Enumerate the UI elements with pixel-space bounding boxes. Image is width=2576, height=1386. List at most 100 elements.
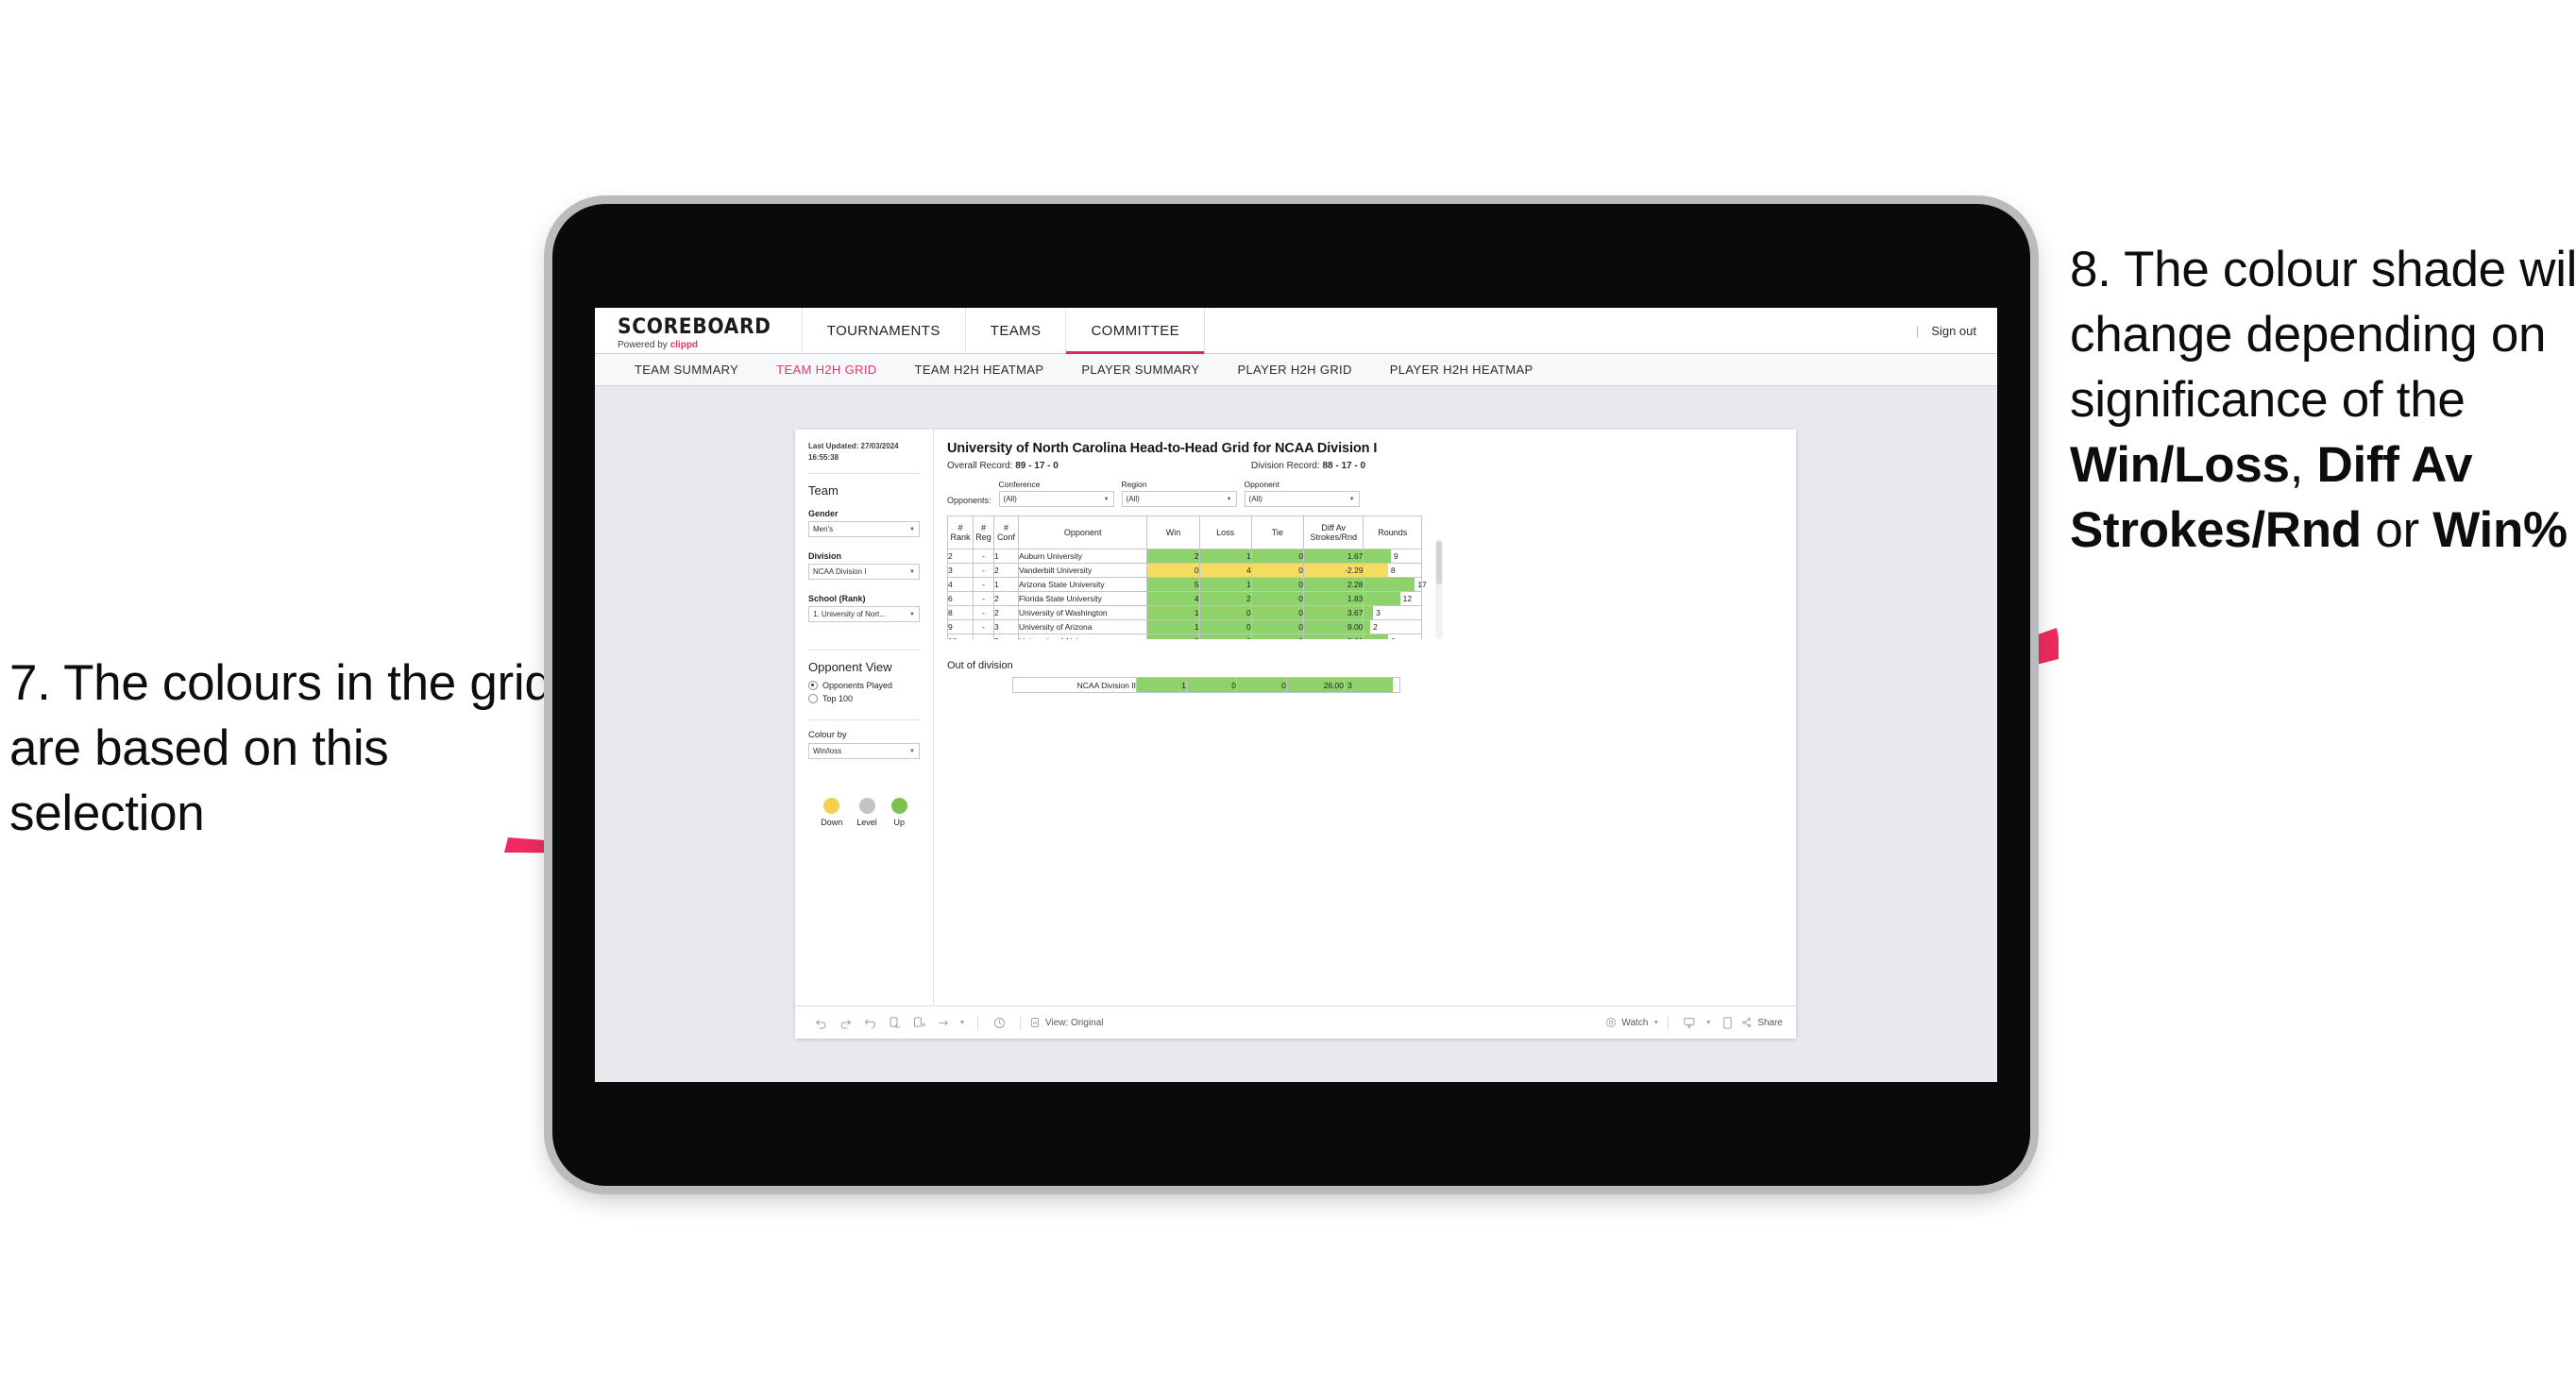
radio-opponents-played[interactable]: Opponents Played [808,681,920,691]
grid-scroll-area[interactable]: # Rank # Reg # Conf Opponent Win Loss Tie D… [947,507,1443,639]
radio-top-100[interactable]: Top 100 [808,694,920,704]
col-win: Win [1146,516,1200,549]
col-rounds: Rounds [1363,516,1422,549]
opponent-filter: Opponent (All) ▼ [1244,480,1360,507]
division-filter: Division NCAA Division I ▼ [808,551,920,581]
division-label: Division [808,551,842,562]
ood-win: 1 [1136,677,1187,693]
redo-icon[interactable] [833,1010,857,1035]
watch-button[interactable]: Watch ▼ [1605,1017,1659,1028]
chevron-down-icon: ▼ [1652,1019,1660,1026]
conference-value: (All) [1003,495,1017,503]
cell-diff: 1.83 [1302,591,1364,606]
cell-diff: 2.28 [1302,577,1364,592]
nav-committee[interactable]: COMMITTEE [1066,308,1206,354]
gender-select[interactable]: Men's ▼ [808,521,920,538]
colour-by-select[interactable]: Win/loss ▼ [808,743,920,760]
table-row[interactable]: 2-1 Auburn University 2 1 0 1.67 9 [947,549,1422,564]
cell-rank: 10 [947,634,974,639]
region-select[interactable]: (All) ▼ [1121,491,1237,507]
table-row[interactable]: 3-2 Vanderbilt University 0 4 0 -2.29 8 [947,563,1422,578]
page-title: University of North Carolina Head-to-Hea… [947,441,1378,456]
cell-rank: 3 [947,563,974,578]
col-loss: Loss [1198,516,1252,549]
colour-by-filter: Colour by Win/loss ▼ [808,730,920,760]
division-value: NCAA Division I [813,567,867,577]
subnav-player-h2h-heatmap[interactable]: PLAYER H2H HEATMAP [1371,363,1552,377]
table-row[interactable]: 4-1 Arizona State University 5 1 0 2.28 17 [947,577,1427,592]
out-of-division-table: NCAA Division II 1 0 0 26.00 3 [947,677,1400,693]
revert-icon[interactable] [857,1010,882,1035]
undo-icon[interactable] [808,1010,833,1035]
h2h-grid-table: # Rank # Reg # Conf Opponent Win Loss Tie D… [947,516,1427,639]
header-right: | Sign out [1916,308,1997,353]
share-label: Share [1757,1017,1783,1028]
sign-out-link[interactable]: Sign out [1931,324,1976,338]
school-select[interactable]: 1. University of Nort... ▼ [808,606,920,623]
cell-rank: 8 [947,605,974,620]
col-diff-av-strokes: Diff Av Strokes/Rnd [1302,516,1364,549]
cell-diff: 9.00 [1302,619,1364,634]
table-row[interactable]: 8-2 University of Washington 1 0 0 3.67 3 [947,605,1422,620]
legend-item-up: Up [890,798,907,827]
cell-conf: 2 [992,605,1019,620]
rounds-bar [1364,592,1400,605]
workbook-toolbar: ▼ View: Original Watch ▼ ▼ Share [795,1006,1796,1039]
table-row[interactable]: 6-2 Florida State University 4 2 0 1.83 12 [947,591,1422,606]
ood-name: NCAA Division II [1012,677,1137,693]
colour-legend: Down Level Up [808,798,920,827]
subscribe-icon[interactable] [931,1010,956,1035]
scrollbar-thumb[interactable] [1436,541,1442,584]
tablet-screen: SCOREBOARD Powered by clippd TOURNAMENTS… [595,308,1997,1082]
cell-rounds: 8 [1363,634,1422,639]
view-original-button[interactable]: View: Original [1029,1017,1104,1028]
division-select[interactable]: NCAA Division I ▼ [808,564,920,581]
chevron-down-icon[interactable]: ▼ [1702,1010,1715,1035]
col-conf: # Conf [992,516,1019,549]
chevron-down-icon[interactable]: ▼ [956,1010,969,1035]
cell-tie: 0 [1250,619,1304,634]
nav-teams[interactable]: TEAMS [966,308,1067,353]
subnav-team-h2h-heatmap[interactable]: TEAM H2H HEATMAP [896,363,1063,377]
legend-swatch-level [858,798,875,815]
cell-reg: - [973,619,994,634]
cell-loss: 1 [1198,577,1252,592]
legend-swatch-down [823,798,840,815]
refresh-icon[interactable] [882,1010,907,1035]
brand-powered-by: Powered by clippd [618,340,785,350]
opponent-select[interactable]: (All) ▼ [1244,491,1360,507]
pause-updates-icon[interactable] [907,1010,931,1035]
share-button[interactable]: Share [1741,1017,1783,1028]
workbook-container: Last Updated: 27/03/2024 16:55:38 Team G… [795,430,1796,1039]
table-row[interactable]: 9-3 University of Arizona 1 0 0 9.00 2 [947,619,1422,634]
ood-rounds: 3 [1344,677,1400,693]
legend-item-down: Down [821,798,842,827]
rounds-value: 9 [1393,551,1398,561]
table-row[interactable]: 10-5University of Alabama3002.618 [947,634,1422,639]
nav-tournaments[interactable]: TOURNAMENTS [803,308,966,353]
division-record: Division Record: 88 - 17 - 0 [1251,461,1365,471]
col-tie: Tie [1250,516,1304,549]
rounds-bar [1364,606,1374,619]
school-filter: School (Rank) 1. University of Nort... ▼ [808,594,920,623]
ood-rounds-value: 3 [1347,680,1352,690]
cell-rank: 6 [947,591,974,606]
cell-win: 4 [1146,591,1200,606]
grid-scrollbar[interactable] [1435,539,1443,639]
subnav-player-summary[interactable]: PLAYER SUMMARY [1062,363,1218,377]
subnav-team-summary[interactable]: TEAM SUMMARY [616,363,757,377]
toolbar-divider [1668,1015,1669,1030]
conference-select[interactable]: (All) ▼ [998,491,1114,507]
subnav-team-h2h-grid[interactable]: TEAM H2H GRID [757,363,895,377]
cell-reg: - [973,634,994,639]
history-icon[interactable] [987,1010,1011,1035]
school-label: School (Rank) [808,594,866,604]
rounds-value: 8 [1388,636,1396,639]
cell-loss: 0 [1198,634,1252,639]
divider [808,473,920,475]
subnav-player-h2h-grid[interactable]: PLAYER H2H GRID [1218,363,1370,377]
cell-conf: 2 [992,591,1019,606]
device-layout-icon[interactable] [1715,1010,1739,1035]
download-icon[interactable] [1677,1010,1702,1035]
overall-record: Overall Record: 89 - 17 - 0 [947,461,1059,471]
